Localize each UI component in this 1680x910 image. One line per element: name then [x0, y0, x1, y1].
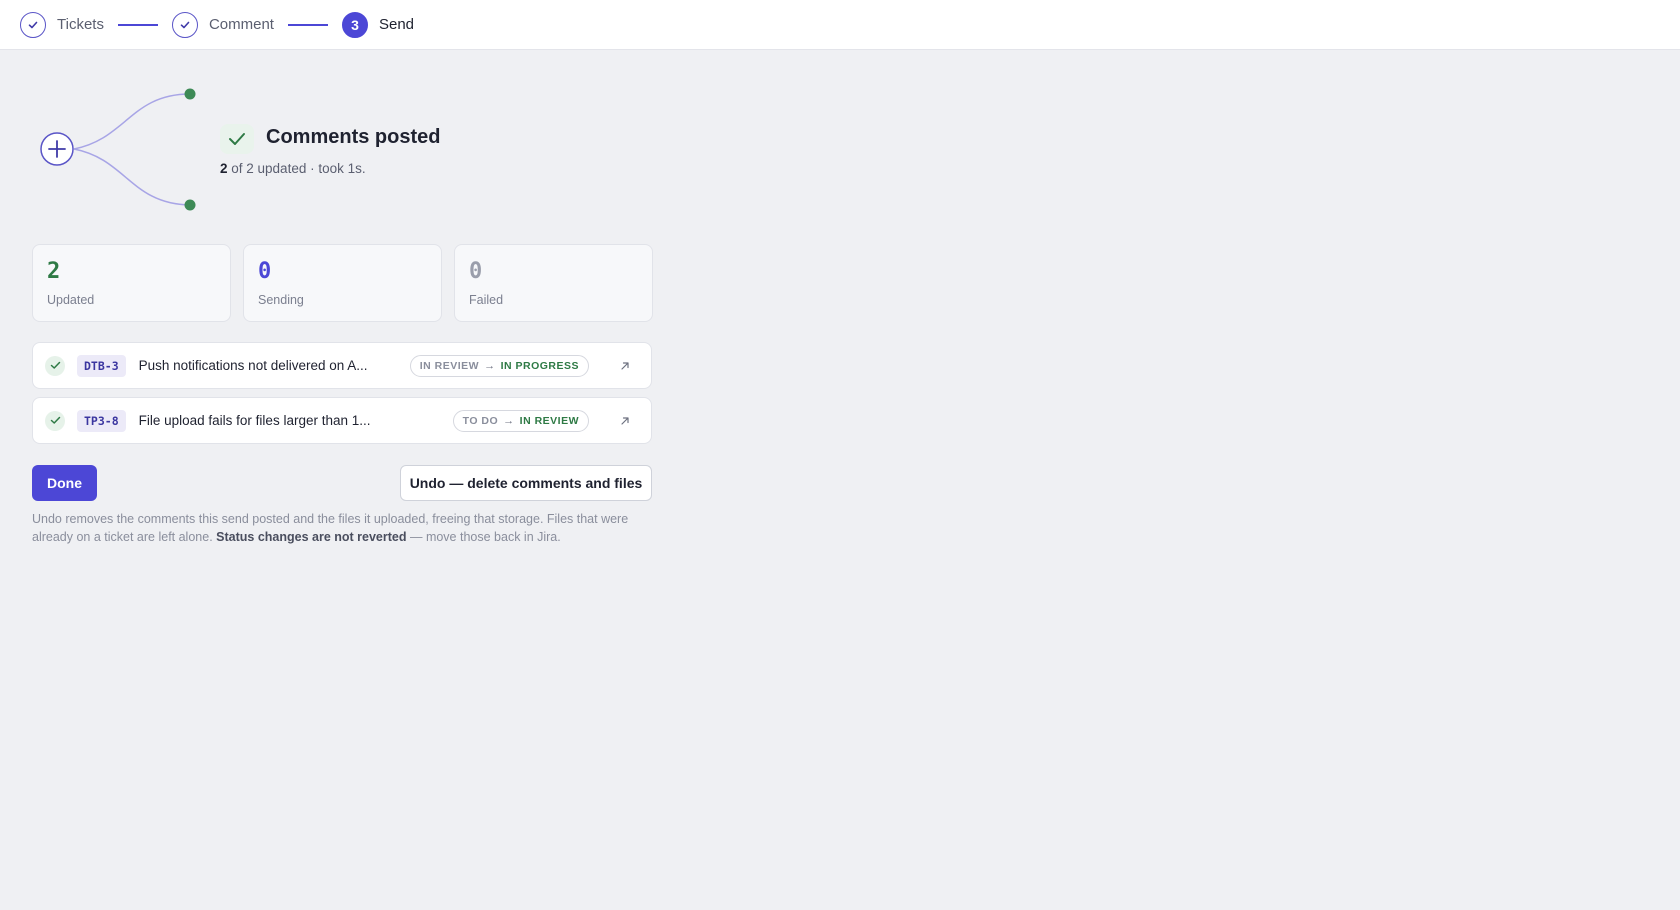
page-title: Comments posted	[266, 126, 441, 148]
check-icon	[171, 11, 198, 38]
ticket-key: TP3-8	[77, 409, 126, 432]
ticket-key: DTB-3	[77, 354, 126, 377]
ticket-list: DTB-3 Push notifications not delivered o…	[32, 342, 652, 452]
step-label: Send	[378, 16, 415, 33]
ticket-row: DTB-3 Push notifications not delivered o…	[32, 342, 652, 389]
status-transition-badge: TO DO → IN REVIEW	[452, 410, 589, 432]
ticket-row: TP3-8 File upload fails for files larger…	[32, 397, 652, 444]
step-send[interactable]: 3 Send	[341, 11, 415, 38]
external-link-icon[interactable]	[617, 358, 633, 374]
summary-rest: of 2 updated · took 1s.	[227, 161, 366, 176]
stat-value: 0	[258, 259, 272, 284]
step-connector	[287, 23, 328, 26]
fan-out-graphic	[40, 88, 196, 211]
undo-help-text: Undo removes the comments this send post…	[32, 510, 662, 546]
done-button[interactable]: Done	[32, 465, 97, 501]
check-icon	[45, 410, 65, 431]
stat-updated: 2 Updated	[32, 244, 231, 322]
external-link-icon[interactable]	[617, 413, 633, 429]
stat-label: Failed	[469, 293, 504, 307]
stat-label: Updated	[47, 293, 95, 307]
stat-sending: 0 Sending	[243, 244, 442, 322]
step-number: 3	[341, 11, 368, 38]
step-tickets[interactable]: Tickets	[20, 11, 104, 38]
status-transition-badge: IN REVIEW → IN PROGRESS	[409, 355, 589, 377]
summary-text: 2 of 2 updated · took 1s.	[220, 161, 366, 176]
ticket-title: Push notifications not delivered on A...	[138, 358, 368, 373]
updated-count: 2	[220, 161, 228, 176]
step-label: Tickets	[57, 16, 104, 33]
arrow-right-icon: →	[484, 360, 496, 372]
stat-value: 0	[469, 259, 483, 284]
success-check-icon	[220, 124, 254, 154]
stat-label: Sending	[258, 293, 304, 307]
stats-row: 2 Updated 0 Sending 0 Failed	[32, 244, 653, 322]
undo-button[interactable]: Undo — delete comments and files	[400, 465, 652, 501]
stepper: Tickets Comment 3 Send	[0, 0, 1680, 50]
stat-value: 2	[47, 259, 61, 284]
status-from: IN REVIEW	[419, 360, 480, 372]
step-connector	[117, 23, 158, 26]
check-icon	[45, 355, 65, 376]
status-from: TO DO	[462, 415, 499, 427]
note-text: — move those back in Jira.	[406, 530, 561, 544]
note-emphasis: Status changes are not reverted	[216, 530, 407, 544]
status-to: IN REVIEW	[519, 415, 579, 427]
step-comment[interactable]: Comment	[171, 11, 274, 38]
status-to: IN PROGRESS	[500, 360, 579, 372]
stat-failed: 0 Failed	[454, 244, 653, 322]
check-icon	[20, 11, 46, 38]
ticket-title: File upload fails for files larger than …	[138, 413, 371, 428]
step-label: Comment	[208, 16, 274, 33]
arrow-right-icon: →	[503, 415, 515, 427]
